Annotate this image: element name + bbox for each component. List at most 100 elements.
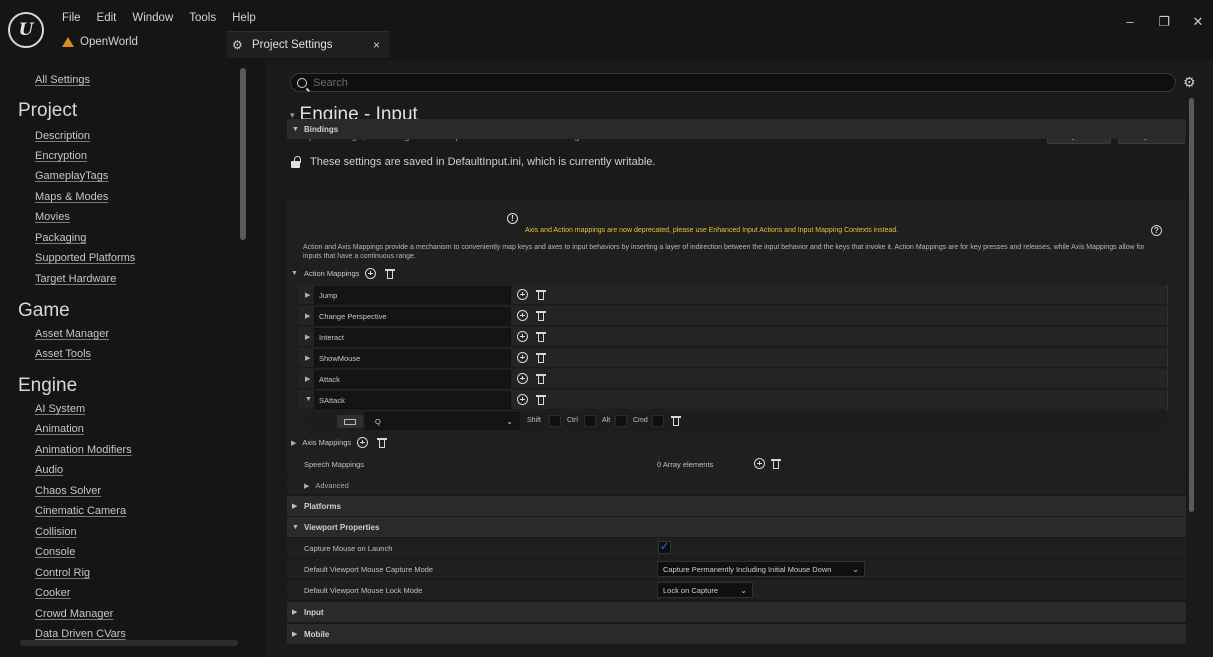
add-icon[interactable] [517,352,528,363]
sidebar-item-control-rig[interactable]: Control Rig [35,567,90,579]
modifier-cmd-label: Cmd [633,417,648,424]
action-row-showmouse: ▶ ShowMouse [299,348,1168,368]
action-name-field[interactable]: Attack [314,370,511,388]
lock-mode-dropdown[interactable]: Lock on Capture ⌄ [657,582,753,598]
add-icon[interactable] [517,373,528,384]
action-name-field[interactable]: Interact [314,328,511,346]
trash-icon[interactable] [536,373,546,384]
caret-right-icon[interactable]: ▶ [305,312,310,320]
unreal-logo-icon[interactable]: U [8,12,44,48]
sidebar-item-animation-modifiers[interactable]: Animation Modifiers [35,444,132,456]
action-name-field[interactable]: Jump [314,286,511,304]
sidebar-item-animation[interactable]: Animation [35,423,84,435]
lock-mode-label: Default Viewport Mouse Lock Mode [304,586,423,595]
close-window-icon[interactable]: ✕ [1191,14,1205,30]
menu-tools[interactable]: Tools [189,12,216,24]
menu-edit[interactable]: Edit [97,12,117,24]
add-icon[interactable] [357,437,369,448]
trash-icon[interactable] [385,268,396,279]
category-viewport-properties[interactable]: ▼ Viewport Properties [287,517,1186,537]
sidebar-item-ai-system[interactable]: AI System [35,403,85,415]
sidebar-group-engine: Engine [18,375,78,396]
capture-mode-value: Capture Permanently Including Initial Mo… [663,564,832,574]
add-icon[interactable] [517,394,528,405]
sidebar-item-collision[interactable]: Collision [35,526,77,538]
trash-icon[interactable] [536,394,546,405]
caret-right-icon[interactable]: ▶ [305,291,310,299]
category-platforms[interactable]: ▶ Platforms [287,496,1186,516]
add-icon[interactable] [754,458,765,469]
tab-project-settings[interactable]: ⚙ Project Settings × [226,31,390,58]
action-name-field[interactable]: Change Perspective [314,307,511,325]
category-mobile[interactable]: ▶ Mobile [287,624,1186,644]
add-icon[interactable] [517,310,528,321]
gear-icon[interactable]: ⚙ [1183,74,1196,91]
sidebar-scrollbar[interactable] [240,68,246,240]
sidebar-item-asset-manager[interactable]: Asset Manager [35,328,109,340]
sidebar-item-console[interactable]: Console [35,546,75,558]
sidebar-item-cinematic-camera[interactable]: Cinematic Camera [35,505,126,517]
project-name: OpenWorld [80,36,138,48]
details-scrollbar[interactable] [1189,98,1194,512]
menu-help[interactable]: Help [232,12,256,24]
sidebar-item-audio[interactable]: Audio [35,464,63,476]
trash-icon[interactable] [771,458,781,469]
search-input[interactable] [313,76,1113,89]
caret-right-icon[interactable]: ▶ [305,354,310,362]
add-icon[interactable] [365,268,377,279]
trash-icon[interactable] [536,331,546,342]
modifier-shift-checkbox[interactable] [549,415,561,427]
modifier-cmd-checkbox[interactable] [652,415,664,427]
bindings-description: Action and Axis Mappings provide a mecha… [303,244,1145,260]
capture-mode-dropdown[interactable]: Capture Permanently Including Initial Mo… [657,561,865,577]
sidebar-item-encryption[interactable]: Encryption [35,150,87,162]
sidebar-item-crowd-manager[interactable]: Crowd Manager [35,608,113,620]
category-viewport-label: Viewport Properties [304,522,380,532]
sidebar-all-settings[interactable]: All Settings [35,74,90,86]
sidebar-item-chaos-solver[interactable]: Chaos Solver [35,485,101,497]
search-box[interactable] [290,73,1176,92]
caret-down-icon[interactable]: ▼ [305,396,312,403]
minimize-icon[interactable]: – [1123,14,1137,30]
menu-window[interactable]: Window [132,12,173,24]
sidebar-item-target-hardware[interactable]: Target Hardware [35,273,116,285]
add-icon[interactable] [517,331,528,342]
caret-right-icon[interactable]: ▶ [305,375,310,383]
category-input[interactable]: ▶ Input [287,602,1186,622]
sidebar-item-maps-modes[interactable]: Maps & Modes [35,191,108,203]
action-row-jump: ▶ Jump [299,285,1168,305]
capture-mouse-checkbox[interactable]: ✓ [658,541,671,554]
advanced-row[interactable]: ▶ Advanced [287,475,1186,495]
project-tab[interactable]: OpenWorld [62,36,138,48]
menu-file[interactable]: File [62,12,81,24]
trash-icon[interactable] [671,415,681,426]
sidebar-item-packaging[interactable]: Packaging [35,232,86,244]
action-name-field[interactable]: ShowMouse [314,349,511,367]
keyboard-icon[interactable] [337,415,363,428]
sidebar-item-gameplaytags[interactable]: GameplayTags [35,170,108,182]
trash-icon[interactable] [536,289,546,300]
sidebar-horizontal-scrollbar[interactable] [20,640,238,646]
sidebar-item-movies[interactable]: Movies [35,211,70,223]
action-name-field[interactable]: SAttack [314,391,511,409]
modifier-alt-checkbox[interactable] [615,415,627,427]
restore-icon[interactable]: ❐ [1157,14,1171,30]
trash-icon[interactable] [536,310,546,321]
help-icon[interactable]: ? [1151,225,1162,236]
sidebar-item-asset-tools[interactable]: Asset Tools [35,348,91,360]
search-icon [297,77,307,88]
add-icon[interactable] [517,289,528,300]
action-mappings-header[interactable]: ▼ Action Mappings [291,268,396,279]
sidebar-item-cooker[interactable]: Cooker [35,587,70,599]
sidebar-item-description[interactable]: Description [35,130,90,142]
caret-right-icon[interactable]: ▶ [305,333,310,341]
axis-mappings-header[interactable]: ▶ Axis Mappings [291,437,388,448]
modifier-ctrl-checkbox[interactable] [584,415,596,427]
sidebar-item-data-driven-cvars[interactable]: Data Driven CVars [35,628,126,640]
category-bindings[interactable]: ▼ Bindings [287,119,1186,139]
trash-icon[interactable] [377,437,388,448]
key-selector[interactable]: Q ⌄ [365,412,520,430]
sidebar-item-supported-platforms[interactable]: Supported Platforms [35,252,135,264]
close-tab-icon[interactable]: × [373,38,380,52]
trash-icon[interactable] [536,352,546,363]
